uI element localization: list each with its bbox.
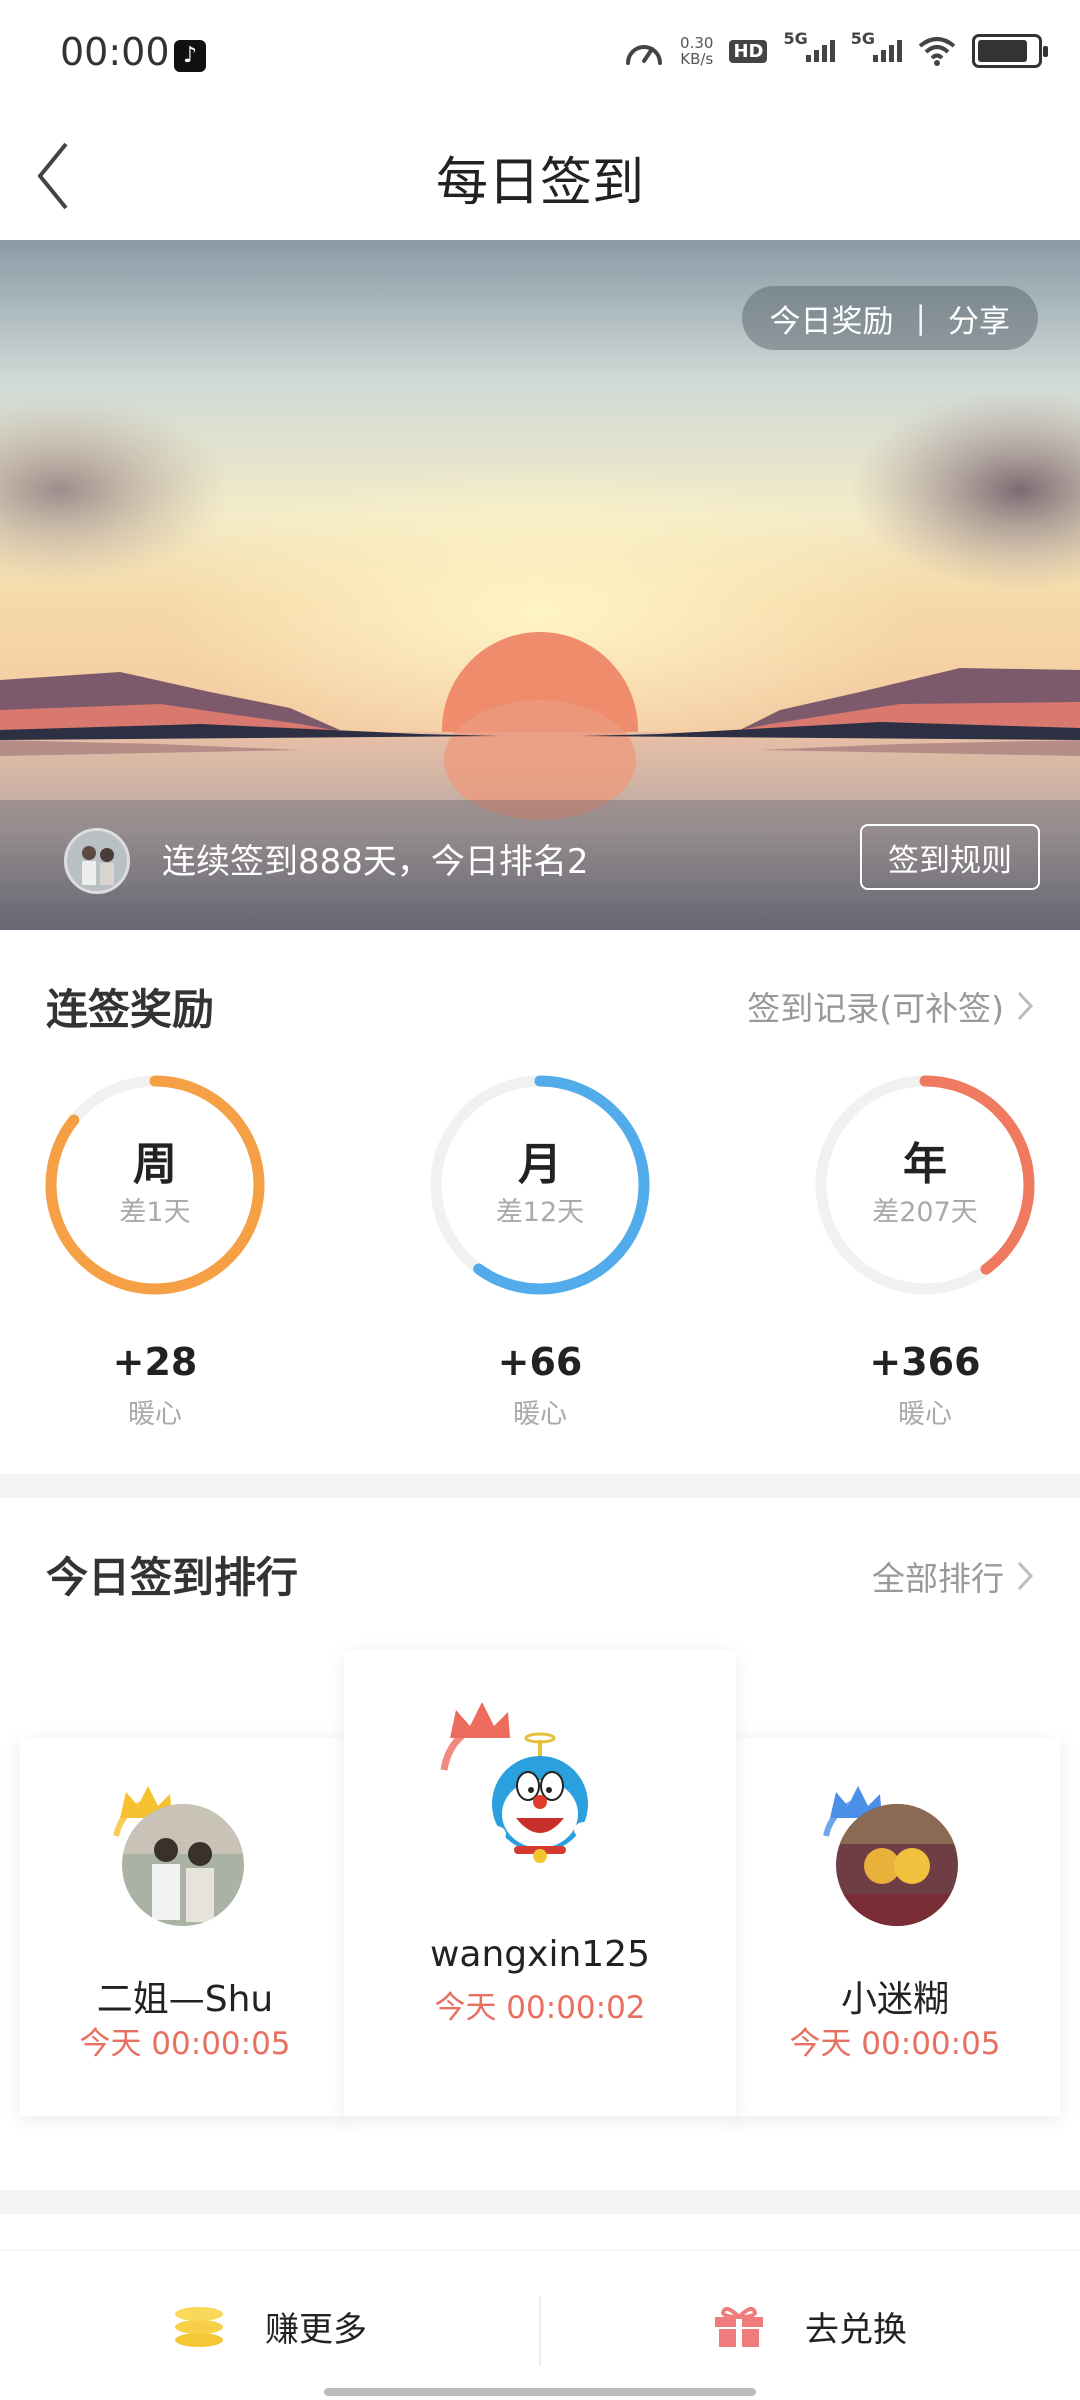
avatar [836,1804,958,1926]
avatar [122,1804,244,1926]
ring-remaining: 差12天 [495,1197,585,1228]
progress-ring-year: 年 差207天 [810,1070,1040,1300]
rank-time: 今天 00:00:05 [789,2026,1001,2062]
section-divider-bottom [0,2190,1080,2214]
rank-card-3[interactable]: 小迷糊 今天 00:00:05 [730,1738,1060,2116]
pill-separator: | [915,300,926,336]
ring-period: 年 [903,1139,947,1190]
rank-name: 二姐—Shu [96,1979,274,2020]
checkin-record-label: 签到记录(可补签) [747,989,1004,1028]
battery-icon [972,34,1048,68]
status-icons: 0.30 KB/s HD 5G 5G [624,29,1048,68]
avatar [486,1732,594,1863]
rank-time: 今天 00:00:02 [434,1990,646,2026]
all-ranking-label: 全部排行 [872,1559,1004,1598]
checkin-rules-button[interactable]: 签到规则 [860,824,1040,890]
rank-name: wangxin125 [429,1934,650,1975]
signal-5g-label: 5G [783,29,808,48]
hd-voice-icon: HD [729,39,768,63]
net-speed: 0.30 KB/s [680,35,713,67]
today-reward-link[interactable]: 今日奖励 [770,296,894,341]
reward-bonus-year: +366 [869,1340,981,1384]
net-speed-value: 0.30 [680,34,714,52]
checkin-record-link[interactable]: 签到记录(可补签) [747,982,1034,1030]
reward-unit-year: 暖心 [898,1399,952,1430]
signal-5g-1: 5G [783,29,835,62]
progress-ring-week: 周 差1天 [40,1070,270,1300]
status-bar: 00:00 ♪ 0.30 KB/s HD 5G 5G [0,0,1080,110]
home-indicator[interactable] [324,2388,756,2396]
earn-more-label: 赚更多 [265,2309,367,2350]
chevron-right-icon [1017,991,1034,1021]
signal-5g-2: 5G [851,29,902,62]
ranking-section-title: 今日签到排行 [46,1553,299,1602]
rank-time: 今天 00:00:05 [79,2026,291,2062]
ring-period: 周 [133,1139,177,1190]
signal-bars-icon-2 [873,40,902,62]
signal-bars-icon [805,40,835,62]
rank-card-1[interactable]: wangxin125 今天 00:00:02 [344,1650,736,2116]
rank-card-2[interactable]: 二姐—Shu 今天 00:00:05 [20,1738,350,2116]
top-nav: 每日签到 [0,110,1080,240]
signal-5g-label-2: 5G [850,29,875,48]
net-speed-unit: KB/s [680,50,714,68]
coins-icon [175,2307,223,2347]
section-divider [0,1474,1080,1498]
reward-year[interactable]: 年 差207天 [810,1070,1040,1300]
reward-unit-month: 暖心 [513,1399,567,1430]
tiktok-notification-icon: ♪ [174,40,206,72]
reward-month[interactable]: 月 差12天 [425,1070,655,1300]
chevron-right-icon [1017,1561,1034,1591]
page-title: 每日签到 [435,153,644,213]
reward-share-pill: 今日奖励 | 分享 [741,286,1038,350]
rewards-section-title: 连签奖励 [46,985,215,1034]
progress-ring-month: 月 差12天 [425,1070,655,1300]
reward-bonus-month: +66 [497,1340,583,1384]
sunset-banner: 今日奖励 | 分享 连续签到888天，今日排名2 签到规则 [0,240,1080,930]
speedometer-icon [626,45,663,65]
bottom-action-bar: 赚更多 去兑换 [0,2250,1080,2400]
ring-period: 月 [518,1139,562,1190]
ring-remaining: 差207天 [872,1197,978,1228]
avatar[interactable] [64,828,130,894]
status-time: 00:00 [60,30,170,74]
all-ranking-link[interactable]: 全部排行 [872,1552,1034,1600]
gift-icon [715,2306,763,2347]
redeem-label: 去兑换 [805,2309,907,2350]
share-link[interactable]: 分享 [948,296,1010,341]
reward-week[interactable]: 周 差1天 [40,1070,270,1300]
rank-name: 小迷糊 [840,1979,949,2020]
earn-more-button[interactable]: 赚更多 [0,2251,540,2400]
ring-remaining: 差1天 [119,1197,191,1228]
reward-unit-week: 暖心 [128,1399,182,1430]
streak-bar: 连续签到888天，今日排名2 签到规则 [0,790,1080,930]
streak-text: 连续签到888天，今日排名2 [162,842,589,882]
redeem-button[interactable]: 去兑换 [540,2251,1080,2400]
reward-bonus-week: +28 [112,1340,198,1384]
wifi-icon [918,37,956,66]
